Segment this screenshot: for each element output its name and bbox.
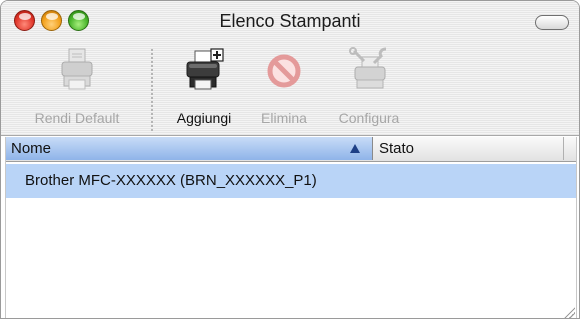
toolbar-separator <box>151 49 153 131</box>
column-header-name[interactable]: Nome <box>5 137 373 160</box>
column-header-status[interactable]: Stato <box>373 137 564 160</box>
column-header-name-label: Nome <box>11 140 52 157</box>
column-header-status-label: Stato <box>379 140 415 157</box>
resize-grip-icon[interactable] <box>563 306 575 318</box>
make-default-label: Rendi Default <box>34 110 120 126</box>
configure-printer-button[interactable]: Configura <box>319 47 419 133</box>
printer-add-icon <box>186 48 224 90</box>
configure-printer-label: Configura <box>338 110 400 126</box>
window-chrome: Elenco Stampanti Rendi Default Aggiungi … <box>1 1 579 136</box>
title-bar[interactable]: Elenco Stampanti <box>1 1 579 45</box>
list-border-left <box>5 137 6 318</box>
printer-name-cell: Brother MFC-XXXXXX (BRN_XXXXXX_P1) <box>25 172 317 189</box>
list-border-right <box>576 137 577 318</box>
delete-icon <box>267 54 301 88</box>
printer-list[interactable]: Brother MFC-XXXXXX (BRN_XXXXXX_P1) <box>5 162 577 318</box>
printer-configure-icon <box>349 47 387 89</box>
make-default-button[interactable]: Rendi Default <box>19 47 135 133</box>
window-title: Elenco Stampanti <box>219 11 361 31</box>
printer-default-icon <box>61 48 93 90</box>
add-printer-label: Aggiungi <box>176 110 232 126</box>
delete-printer-button[interactable]: Elimina <box>249 47 319 133</box>
toolbar: Rendi Default Aggiungi Elimina Configura <box>1 45 579 135</box>
delete-printer-label: Elimina <box>261 110 307 126</box>
add-printer-button[interactable]: Aggiungi <box>159 47 249 133</box>
table-row[interactable]: Brother MFC-XXXXXX (BRN_XXXXXX_P1) <box>5 164 577 198</box>
sort-ascending-icon <box>350 144 360 153</box>
printer-list-window: Elenco Stampanti Rendi Default Aggiungi … <box>0 0 580 319</box>
toolbar-toggle-button[interactable] <box>535 15 569 30</box>
column-header-bar: Nome Stato <box>5 137 577 162</box>
